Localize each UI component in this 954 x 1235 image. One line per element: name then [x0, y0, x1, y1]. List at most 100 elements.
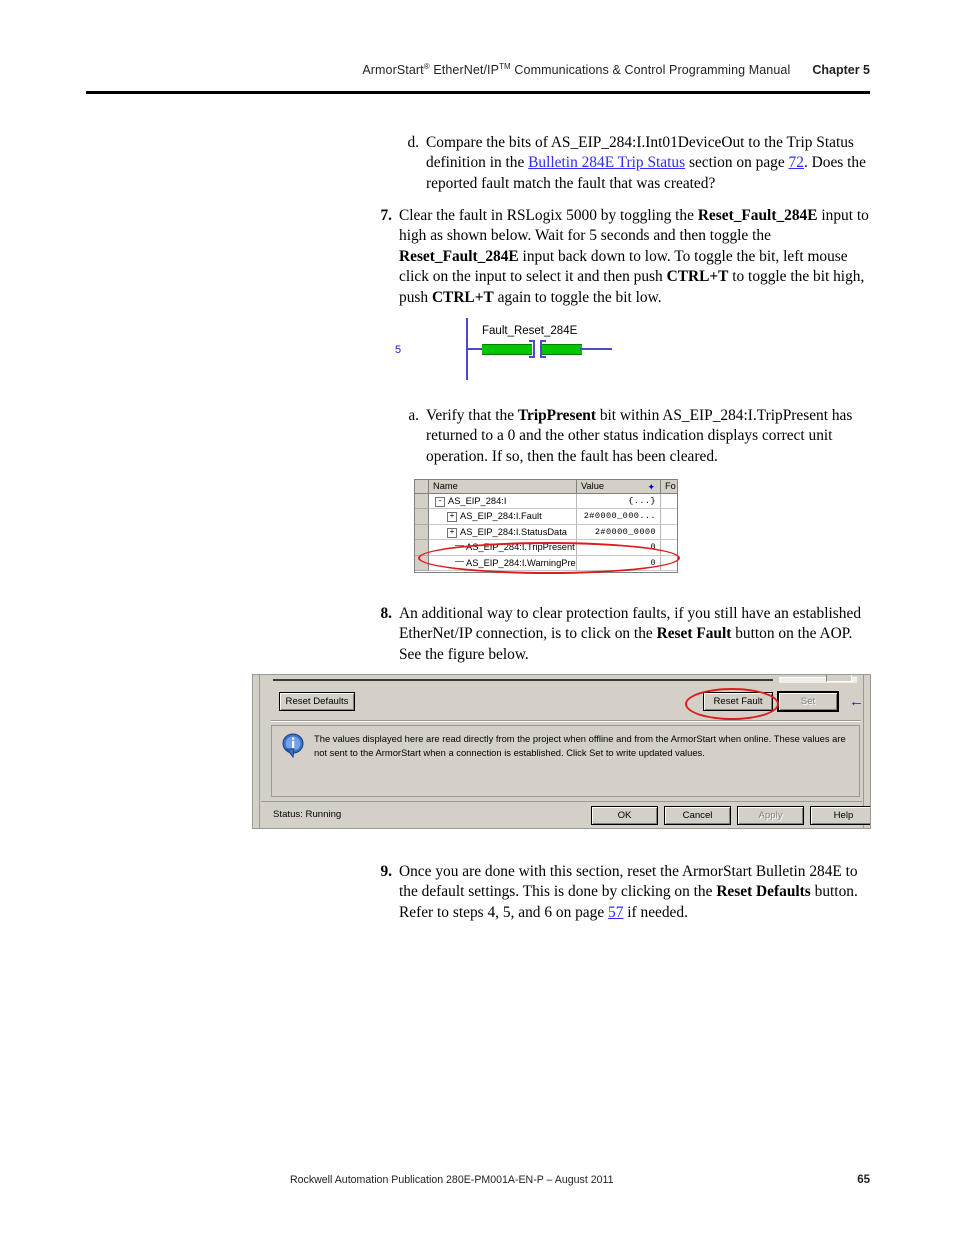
step-8-block: 8. An additional way to clear protection… — [366, 604, 871, 665]
rung-number: 5 — [395, 344, 402, 356]
table-body: - AS_EIP_284:I {...} + AS_EIP_284:I.Fault 2#0… — [415, 494, 677, 571]
page-footer: Rockwell Automation Publication 280E-PM0… — [290, 1174, 870, 1186]
reset-fault-button[interactable]: Reset Fault — [703, 692, 773, 711]
force-mask-cell — [661, 556, 677, 571]
table-row[interactable]: - AS_EIP_284:I {...} — [415, 494, 677, 510]
contact-cap — [529, 340, 534, 342]
info-message-box: The values displayed here are read direc… — [271, 725, 860, 797]
tree-stub-icon — [455, 545, 464, 547]
table-row[interactable]: AS_EIP_284:I.TripPresent 0 — [415, 540, 677, 556]
column-header-name[interactable]: Name — [429, 480, 577, 493]
dialog-divider — [271, 720, 861, 722]
header-title: ArmorStart® EtherNet/IPTM Communications… — [362, 62, 791, 78]
list-marker-7: 7. — [380, 207, 392, 224]
list-marker-a: a. — [408, 407, 419, 424]
row-gutter — [415, 494, 429, 510]
step-d-text: Compare the bits of AS_EIP_284:I.Int01De… — [426, 134, 866, 192]
apply-button[interactable]: Apply — [737, 806, 804, 825]
trademark-mark-icon: TM — [499, 62, 511, 71]
tag-name-text: AS_EIP_284:I.TripPresent — [466, 542, 575, 553]
rung-tag-label: Fault_Reset_284E — [482, 325, 578, 337]
table-row[interactable]: + AS_EIP_284:I.Fault 2#0000_000... — [415, 509, 677, 525]
tag-value-cell[interactable]: 0 — [577, 555, 661, 571]
list-marker-9: 9. — [380, 863, 392, 880]
step-7-block: 7. Clear the fault in RSLogix 5000 by to… — [366, 206, 871, 308]
step-7-text: Clear the fault in RSLogix 5000 by toggl… — [399, 207, 869, 306]
header-divider — [86, 91, 870, 94]
cut-off-control — [826, 675, 852, 682]
tag-name-text: AS_EIP_284:I — [448, 496, 507, 506]
dialog-left-edge — [253, 675, 260, 828]
force-mask-cell — [661, 494, 677, 510]
tag-name-cell: - AS_EIP_284:I — [429, 494, 577, 510]
column-header-force[interactable]: Fo — [661, 480, 677, 493]
tag-value-cell[interactable]: {...} — [577, 494, 661, 510]
tag-value-cell[interactable]: 0 — [577, 540, 661, 556]
tag-name-cell: + AS_EIP_284:I.StatusData — [429, 524, 577, 541]
set-button[interactable]: Set — [777, 691, 839, 712]
link-bulletin-284e-trip-status[interactable]: Bulletin 284E Trip Status — [528, 154, 685, 171]
tree-stub-icon — [455, 560, 464, 562]
rung-energized-segment-left — [482, 344, 532, 355]
tag-name-cell: + AS_EIP_284:I.Fault — [429, 509, 577, 525]
table-row[interactable]: + AS_EIP_284:I.StatusData 2#0000_0000 — [415, 524, 677, 541]
tag-name-text: AS_EIP_284:I.Fault — [460, 511, 542, 522]
table-header-row: Name Value ✦ Fo — [415, 480, 677, 494]
collapse-icon[interactable]: - — [435, 497, 445, 507]
footer-publication: Rockwell Automation Publication 280E-PM0… — [290, 1174, 614, 1186]
ok-button[interactable]: OK — [591, 806, 658, 825]
header-chapter: Chapter 5 — [812, 63, 870, 78]
tab-page-top-edge — [273, 679, 773, 681]
link-page-57[interactable]: 57 — [608, 904, 623, 921]
row-gutter — [415, 555, 429, 571]
list-item: 9. Once you are done with this section, … — [366, 862, 871, 923]
arrow-left-icon: ← — [849, 693, 864, 710]
ladder-rung-figure: 5 Fault_Reset_284E — [390, 318, 616, 380]
row-gutter — [415, 509, 429, 525]
tag-value-cell[interactable]: 2#0000_000... — [577, 509, 661, 525]
contact-cap — [541, 356, 546, 358]
list-item: 7. Clear the fault in RSLogix 5000 by to… — [366, 206, 871, 308]
aop-dialog-figure: Reset Defaults Reset Fault Set ← The val… — [252, 674, 871, 829]
rung-wire-segment — [580, 348, 612, 350]
list-marker-d: d. — [407, 134, 419, 151]
dialog-status-bar: Status: Running OK Cancel Apply Help — [261, 801, 870, 827]
step-d-block: d. Compare the bits of AS_EIP_284:I.Int0… — [393, 133, 871, 194]
cancel-button[interactable]: Cancel — [664, 806, 731, 825]
force-mask-cell — [661, 525, 677, 541]
tag-name-text: AS_EIP_284:I.WarningPre... — [466, 557, 577, 568]
status-text: Status: Running — [273, 809, 342, 820]
dialog-inner: Reset Defaults Reset Fault Set ← The val… — [261, 675, 870, 828]
step-9-text: Once you are done with this section, res… — [399, 863, 858, 921]
expand-icon[interactable]: + — [447, 512, 457, 523]
rung-wire-segment — [468, 348, 482, 350]
column-header-value[interactable]: Value ✦ — [577, 480, 661, 493]
tag-monitor-table[interactable]: Name Value ✦ Fo - AS_EIP_284:I {...} + AS_EIP… — [414, 479, 678, 573]
step-9-block: 9. Once you are done with this section, … — [366, 862, 871, 923]
info-icon — [282, 733, 306, 759]
tag-value-cell[interactable]: 2#0000_0000 — [577, 524, 661, 541]
list-item: d. Compare the bits of AS_EIP_284:I.Int0… — [393, 133, 871, 194]
list-item: a. Verify that the TripPresent bit withi… — [393, 406, 871, 467]
contact-cap — [541, 340, 546, 342]
footer-page-number: 65 — [857, 1174, 870, 1186]
contact-cap — [529, 356, 534, 358]
row-gutter — [415, 540, 429, 556]
step-8-text: An additional way to clear protection fa… — [399, 605, 862, 663]
tag-name-cell: AS_EIP_284:I.WarningPre... — [429, 555, 577, 571]
info-message-text: The values displayed here are read direc… — [314, 733, 846, 758]
table-header-gutter — [415, 480, 429, 493]
force-mask-cell — [661, 540, 677, 556]
rung-energized-segment-right — [542, 344, 582, 355]
reset-defaults-button[interactable]: Reset Defaults — [279, 692, 355, 711]
expand-icon[interactable]: + — [447, 527, 457, 538]
help-button[interactable]: Help — [810, 806, 870, 825]
list-marker-8: 8. — [380, 605, 392, 622]
list-item: 8. An additional way to clear protection… — [366, 604, 871, 665]
row-gutter — [415, 524, 429, 541]
page-header: ArmorStart® EtherNet/IPTM Communications… — [86, 62, 870, 77]
tag-name-text: AS_EIP_284:I.StatusData — [460, 526, 567, 537]
link-page-72[interactable]: 72 — [789, 154, 804, 171]
sort-indicator-icon: ✦ — [647, 482, 655, 492]
table-row[interactable]: AS_EIP_284:I.WarningPre... 0 — [415, 555, 677, 571]
